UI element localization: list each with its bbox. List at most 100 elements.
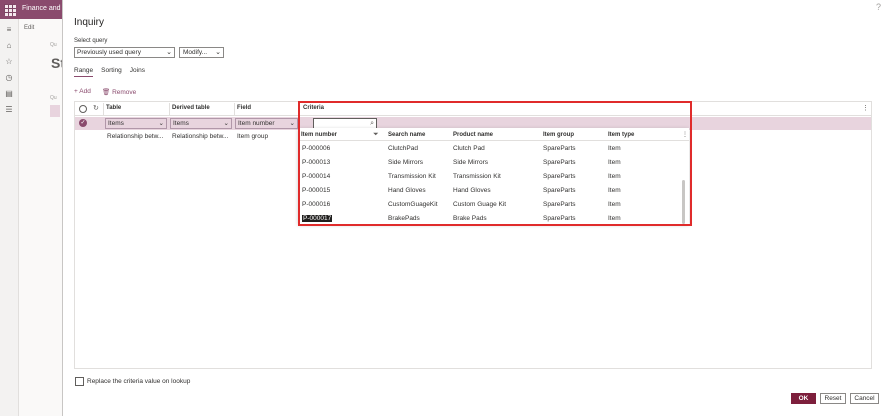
help-icon[interactable]: ? xyxy=(876,2,881,12)
tab-range[interactable]: Range xyxy=(74,67,94,77)
item-group: SpareParts xyxy=(543,173,576,180)
column-separator xyxy=(169,103,170,115)
modify-button[interactable]: Modify... ⌄ xyxy=(179,47,224,58)
search-name: ClutchPad xyxy=(388,145,418,152)
search-name: Transmission Kit xyxy=(388,173,436,180)
column-header-table[interactable]: Table xyxy=(106,105,121,111)
search-name: BrakePads xyxy=(388,215,420,222)
list-item[interactable]: P-000016 CustomGuageKit Custom Guage Kit… xyxy=(298,198,683,212)
modules-icon[interactable]: ☰ xyxy=(4,105,14,115)
chevron-down-icon: ⌄ xyxy=(215,49,221,56)
refresh-icon[interactable]: ↻ xyxy=(93,104,99,112)
lookup-column-product-name[interactable]: Product name xyxy=(453,132,493,138)
lookup-column-item-type[interactable]: Item type xyxy=(608,132,634,138)
star-icon[interactable]: ☆ xyxy=(4,57,14,67)
field-dropdown[interactable]: Item number ⌄ xyxy=(235,118,298,129)
item-type: Item xyxy=(608,173,621,180)
derived-table-value: Items xyxy=(173,120,189,127)
list-item-selected[interactable]: P-000017 BrakePads Brake Pads SpareParts… xyxy=(298,212,683,226)
search-name: Side Mirrors xyxy=(388,159,424,166)
table-value: Items xyxy=(108,120,124,127)
search-name: Hand Gloves xyxy=(388,187,426,194)
column-separator xyxy=(103,103,104,115)
item-group: SpareParts xyxy=(543,145,576,152)
remove-button[interactable]: 🗑 Remove xyxy=(102,88,136,96)
chevron-down-icon: ⌄ xyxy=(289,120,295,127)
more-options-icon[interactable]: ⋮ xyxy=(862,104,869,112)
lookup-column-item-number[interactable]: Item number xyxy=(301,132,337,138)
item-group: SpareParts xyxy=(543,201,576,208)
column-header-derived-table[interactable]: Derived table xyxy=(172,105,210,111)
grid-header: ↻ Table Derived table Field Criteria ⋮ xyxy=(75,102,871,116)
select-all-radio[interactable] xyxy=(79,105,87,113)
field-value: Item group xyxy=(237,133,269,140)
item-type: Item xyxy=(608,215,621,222)
background-label-2: Qu xyxy=(50,95,57,101)
item-group: SpareParts xyxy=(543,187,576,194)
select-query-label: Select query xyxy=(74,38,108,44)
column-header-criteria[interactable]: Criteria xyxy=(303,105,324,111)
edit-action[interactable]: Edit xyxy=(24,25,34,31)
list-item[interactable]: P-000014 Transmission Kit Transmission K… xyxy=(298,170,683,184)
remove-label: Remove xyxy=(112,89,137,96)
home-icon[interactable]: ⌂ xyxy=(4,41,14,51)
add-button[interactable]: + Add xyxy=(74,88,91,95)
item-group: SpareParts xyxy=(543,159,576,166)
background-selected-strip xyxy=(50,105,60,117)
column-header-field[interactable]: Field xyxy=(237,105,251,111)
plus-icon: + xyxy=(74,88,78,95)
filter-icon[interactable]: ⏷ xyxy=(373,131,379,139)
replace-criteria-checkbox[interactable] xyxy=(75,377,84,386)
app-launcher-icon[interactable] xyxy=(4,4,16,16)
row-selected-check-icon[interactable]: ✓ xyxy=(79,119,87,127)
select-query-value: Previously used query xyxy=(77,49,141,56)
background-label: Qu xyxy=(50,42,57,48)
column-separator xyxy=(234,103,235,115)
table-dropdown[interactable]: Items ⌄ xyxy=(105,118,167,129)
cancel-button[interactable]: Cancel xyxy=(850,393,879,404)
product-name: Hand Gloves xyxy=(453,187,491,194)
item-lookup-dropdown: Item number ⏷ Search name Product name I… xyxy=(298,128,689,224)
product-name: Clutch Pad xyxy=(453,145,485,152)
item-number: P-000006 xyxy=(302,145,331,152)
product-name: Brake Pads xyxy=(453,215,487,222)
column-separator xyxy=(299,103,300,115)
derived-table-value: Relationship betw... xyxy=(172,133,229,140)
item-number: P-000016 xyxy=(302,201,331,208)
tab-sorting[interactable]: Sorting xyxy=(101,67,122,77)
field-value: Item number xyxy=(238,120,275,127)
product-name: Side Mirrors xyxy=(453,159,489,166)
chevron-down-icon: ⌄ xyxy=(166,49,172,56)
select-query-dropdown[interactable]: Previously used query ⌄ xyxy=(74,47,175,58)
lookup-header: Item number ⏷ Search name Product name I… xyxy=(298,130,689,141)
ok-button[interactable]: OK xyxy=(791,393,816,404)
tab-joins[interactable]: Joins xyxy=(130,67,145,77)
lookup-column-search-name[interactable]: Search name xyxy=(388,132,425,138)
recent-icon[interactable]: ◷ xyxy=(4,73,14,83)
product-name: Transmission Kit xyxy=(453,173,501,180)
product-name: Custom Guage Kit xyxy=(453,201,507,208)
list-item[interactable]: P-000013 Side Mirrors Side Mirrors Spare… xyxy=(298,156,683,170)
reset-button[interactable]: Reset xyxy=(820,393,846,404)
list-item[interactable]: P-000015 Hand Gloves Hand Gloves SparePa… xyxy=(298,184,683,198)
item-number: P-000015 xyxy=(302,187,331,194)
item-group: SpareParts xyxy=(543,215,576,222)
item-type: Item xyxy=(608,201,621,208)
derived-table-dropdown[interactable]: Items ⌄ xyxy=(170,118,232,129)
lookup-column-item-group[interactable]: Item group xyxy=(543,132,574,138)
add-label: Add xyxy=(79,88,91,95)
lookup-icon[interactable]: ⌕ xyxy=(370,119,374,128)
chevron-down-icon: ⌄ xyxy=(223,120,229,127)
item-number: P-000013 xyxy=(302,159,331,166)
item-number: P-000014 xyxy=(302,173,331,180)
list-item[interactable]: P-000006 ClutchPad Clutch Pad SpareParts… xyxy=(298,142,683,156)
query-tabs: Range Sorting Joins xyxy=(74,67,145,77)
workspace-icon[interactable]: ▤ xyxy=(4,89,14,99)
lookup-scrollbar[interactable] xyxy=(682,180,685,224)
hamburger-icon[interactable]: ≡ xyxy=(4,25,14,35)
dialog-title: Inquiry xyxy=(74,17,105,28)
item-type: Item xyxy=(608,145,621,152)
item-number: P-000017 xyxy=(302,215,333,222)
more-options-icon[interactable]: ⋮ xyxy=(682,131,688,138)
chevron-down-icon: ⌄ xyxy=(158,120,164,127)
